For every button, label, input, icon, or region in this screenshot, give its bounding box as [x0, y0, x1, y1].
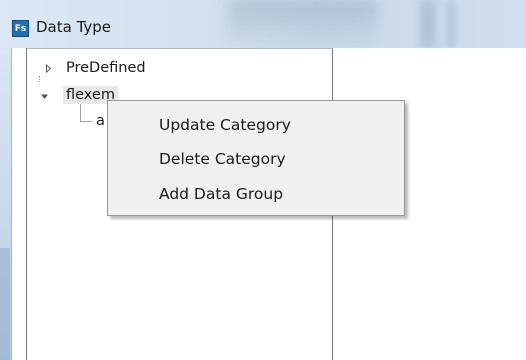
menu-item-label: Update Category [159, 116, 291, 134]
tree-item-child[interactable]: a [96, 112, 105, 130]
context-menu: Update Category Delete Category Add Data… [107, 100, 405, 216]
title-bar-blur-region [446, 0, 456, 48]
frame-shade [0, 248, 10, 360]
menu-item-update-category[interactable]: Update Category [108, 110, 404, 140]
menu-item-add-data-group[interactable]: Add Data Group [108, 179, 404, 209]
tree-connector-line [80, 121, 92, 122]
tree-item-predefined[interactable]: PreDefined [66, 59, 146, 77]
data-type-window: Fs Data Type PreDefined flexem a Update … [0, 0, 526, 360]
menu-item-label: Delete Category [159, 150, 286, 168]
menu-item-delete-category[interactable]: Delete Category [108, 144, 404, 174]
frame-divider [11, 48, 12, 360]
title-bar[interactable]: Fs Data Type [0, 0, 526, 48]
window-title: Data Type [36, 18, 112, 36]
menu-item-label: Add Data Group [159, 185, 284, 203]
title-bar-blur-region [420, 0, 436, 48]
app-icon: Fs [12, 20, 29, 37]
expander-expanded-icon[interactable] [40, 92, 49, 101]
tree-connector-line [39, 76, 40, 82]
title-bar-blur-region [228, 0, 378, 48]
tree-connector-line [80, 104, 81, 122]
expander-collapsed-icon[interactable] [44, 64, 53, 73]
